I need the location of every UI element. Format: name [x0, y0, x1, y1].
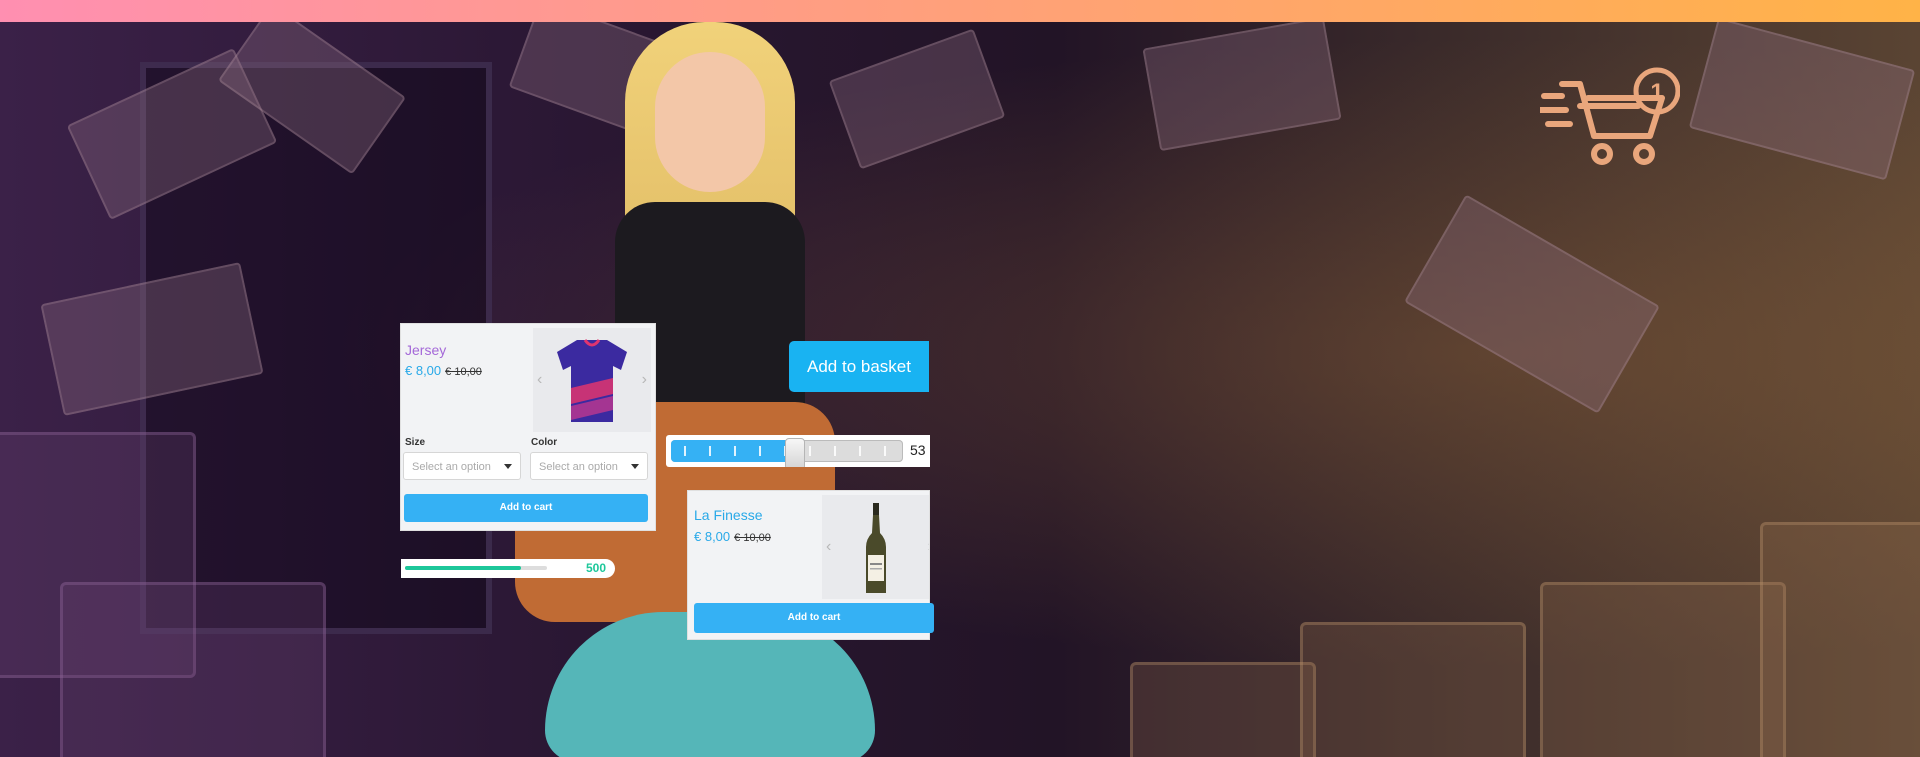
background-dollar-bill — [1142, 22, 1342, 152]
slider-tick — [834, 446, 836, 456]
chevron-right-icon[interactable]: › — [928, 538, 929, 556]
shopping-cart-icon[interactable]: 1 — [1540, 66, 1680, 170]
color-label: Color — [531, 437, 558, 448]
background-shopping-bag — [1130, 662, 1316, 757]
product-title[interactable]: Jersey — [405, 342, 446, 358]
chevron-right-icon[interactable]: › — [642, 371, 647, 389]
progress-widget: 500 — [401, 559, 615, 578]
chevron-down-icon — [504, 464, 512, 469]
add-to-cart-button[interactable]: Add to cart — [404, 494, 648, 522]
top-gradient-bar — [0, 0, 1920, 22]
current-price: € 8,00 — [694, 529, 731, 544]
current-price: € 8,00 — [405, 363, 442, 378]
progress-track — [405, 566, 547, 570]
slider-tick — [759, 446, 761, 456]
background-shopping-bag — [1760, 522, 1920, 757]
slider-fill — [671, 440, 794, 462]
slider-thumb[interactable] — [784, 438, 805, 467]
size-label: Size — [405, 437, 426, 448]
background-shopping-bag — [1540, 582, 1786, 757]
product-price: € 8,00 € 10,00 — [694, 529, 771, 544]
product-price: € 8,00 € 10,00 — [405, 363, 482, 378]
slider-tick — [884, 446, 886, 456]
product-image-la-finesse: ‹ › — [822, 495, 929, 599]
slider-value: 53 — [910, 442, 926, 458]
add-to-basket-button[interactable]: Add to basket — [789, 341, 929, 392]
jersey-image — [557, 339, 627, 422]
slider-tick — [684, 446, 686, 456]
color-select[interactable]: Select an option — [530, 452, 648, 480]
progress-fill — [405, 566, 522, 570]
slider-tick — [734, 446, 736, 456]
progress-value: 500 — [586, 561, 607, 575]
presenter-face — [655, 52, 765, 192]
product-title[interactable]: La Finesse — [694, 507, 762, 523]
chevron-down-icon — [631, 464, 639, 469]
slider-tick — [809, 446, 811, 456]
product-image-jersey: ‹ › — [533, 328, 651, 432]
cart-count: 1 — [1650, 79, 1663, 106]
size-select[interactable]: Select an option — [403, 452, 521, 480]
slider-track[interactable] — [671, 438, 903, 467]
old-price: € 10,00 — [734, 532, 771, 544]
background-dollar-bill — [1688, 22, 1916, 181]
background-shopping-bag — [1300, 622, 1526, 757]
product-card-la-finesse: La Finesse € 8,00€ 10,00 ‹ › Add to cart — [688, 491, 934, 639]
background-shopping-bag — [60, 582, 326, 757]
add-to-cart-button[interactable]: Add to cart — [694, 603, 934, 633]
slider-tick — [859, 446, 861, 456]
old-price: € 10,00 — [445, 366, 482, 378]
chevron-left-icon[interactable]: ‹ — [826, 538, 831, 556]
chevron-left-icon[interactable]: ‹ — [537, 371, 542, 389]
quantity-slider-widget: 53 — [666, 435, 930, 467]
wine-bottle-image — [866, 503, 886, 593]
product-card-jersey: Jersey € 8,00 € 10,00 ‹ › Size Select an … — [401, 324, 655, 530]
color-select-placeholder: Select an option — [539, 461, 618, 473]
size-select-placeholder: Select an option — [412, 461, 491, 473]
background-dollar-bill — [1404, 194, 1660, 414]
slider-tick — [709, 446, 711, 456]
